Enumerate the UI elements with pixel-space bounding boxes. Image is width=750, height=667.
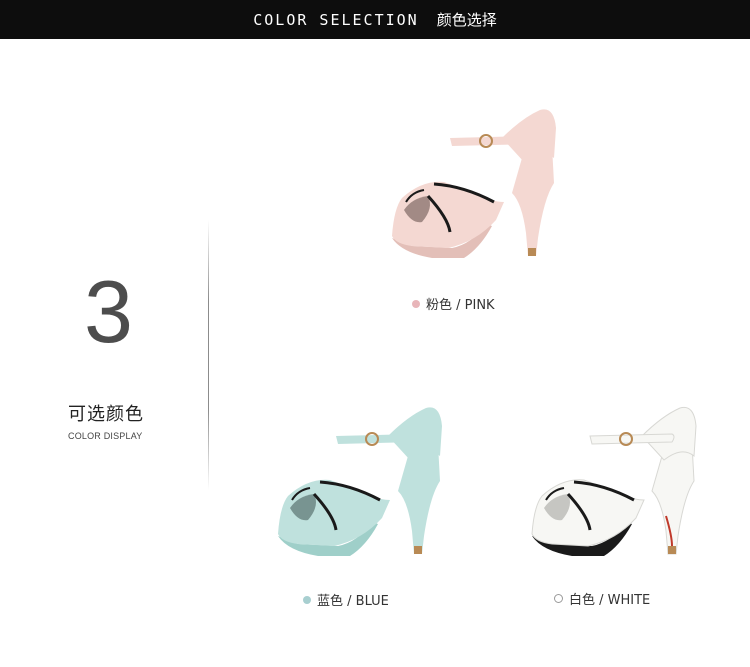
sandal-icon — [278, 407, 442, 556]
sandal-icon — [392, 109, 556, 258]
shoe-image-pink — [372, 98, 572, 268]
pink-swatch-icon — [412, 299, 420, 308]
vertical-divider — [208, 220, 209, 490]
section-number: 3 — [84, 262, 133, 361]
shoe-image-white — [512, 396, 712, 566]
shoe-image-blue — [258, 396, 458, 566]
blue-swatch-icon — [303, 595, 311, 604]
section-title-zh: 可选颜色 — [68, 404, 144, 425]
color-label-text: 粉色 / PINK — [426, 298, 495, 313]
color-label-blue: 蓝色 / BLUE — [303, 590, 389, 609]
color-label-white: 白色 / WHITE — [554, 589, 650, 608]
sandal-icon — [531, 406, 697, 556]
header-bar: COLOR SELECTION 颜色选择 — [0, 0, 750, 39]
color-label-text: 白色 / WHITE — [569, 593, 651, 608]
color-label-text: 蓝色 / BLUE — [317, 594, 389, 609]
section-title-en: COLOR DISPLAY — [68, 431, 143, 441]
header-title-zh: 颜色选择 — [436, 11, 497, 29]
white-swatch-icon — [554, 594, 563, 603]
header-title-en: COLOR SELECTION — [253, 10, 419, 29]
color-label-pink: 粉色 / PINK — [412, 294, 495, 313]
